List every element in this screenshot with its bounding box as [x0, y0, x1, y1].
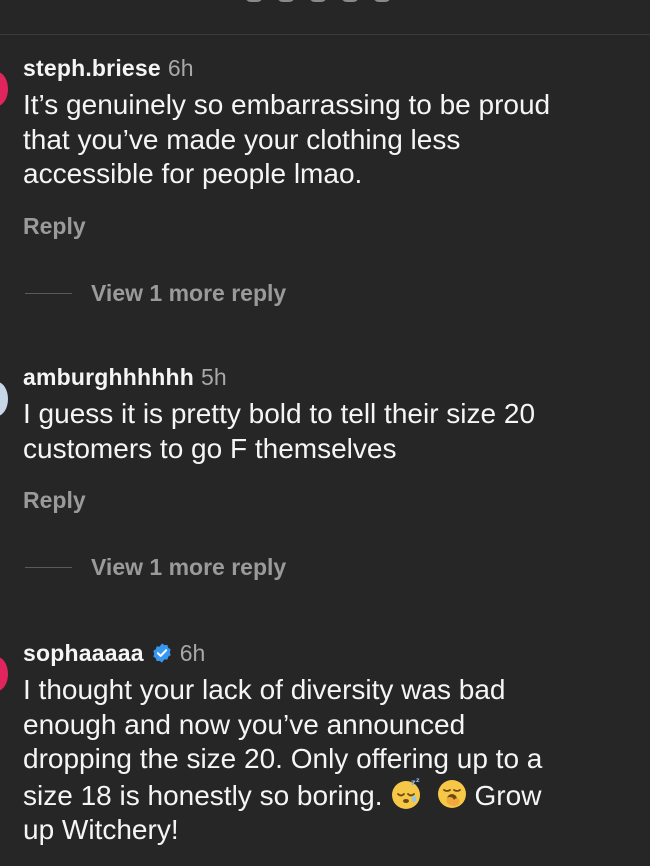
comment: steph.briese 6h It’s genuinely so embarr…	[23, 53, 630, 192]
comment-meta: amburghhhhhh 5h	[23, 362, 630, 392]
comment: amburghhhhhh 5h I guess it is pretty bol…	[23, 362, 630, 466]
comment-text: It’s genuinely so embarrassing to be pro…	[23, 89, 551, 189]
comment-text-line: size 18 is honestly so boring.	[23, 779, 383, 811]
username[interactable]: steph.briese	[23, 55, 161, 82]
comment-text: I thought your lack of diversity was bad…	[23, 673, 630, 848]
comment-text-line: I thought your lack of diversity was bad	[23, 674, 506, 705]
comment-meta: sophaaaaa 6h	[23, 638, 630, 668]
username[interactable]: amburghhhhhh	[23, 364, 194, 391]
comments-screen: steph.briese 6h It’s genuinely so embarr…	[0, 0, 650, 866]
divider-line	[25, 292, 72, 294]
view-more-replies-label: View 1 more reply	[91, 553, 287, 580]
comment-text-fragment: Grow	[474, 779, 542, 811]
top-divider	[0, 0, 650, 35]
comment: sophaaaaa 6h I thought your lack of dive…	[23, 638, 630, 848]
avatar[interactable]	[0, 382, 8, 416]
divider-line	[25, 566, 72, 568]
view-more-replies-button[interactable]: View 1 more reply	[25, 552, 286, 582]
sleeping-face-emoji: z z	[389, 777, 423, 811]
timestamp: 5h	[201, 363, 227, 390]
reply-button[interactable]: Reply	[23, 213, 86, 240]
clipped-top-content	[245, 0, 415, 4]
comment-text: I guess it is pretty bold to tell their …	[23, 398, 536, 464]
timestamp: 6h	[167, 54, 194, 81]
avatar[interactable]	[0, 657, 8, 691]
comment-meta: steph.briese 6h	[23, 53, 630, 83]
username[interactable]: sophaaaaa	[23, 640, 144, 667]
comment-text-line: dropping the size 20. Only offering up t…	[23, 743, 543, 774]
comment-text-line: up Witchery!	[23, 814, 179, 845]
reply-button[interactable]: Reply	[23, 487, 86, 514]
verified-badge-icon	[151, 642, 173, 664]
timestamp: 6h	[179, 639, 206, 666]
avatar[interactable]	[0, 72, 8, 106]
yawning-face-emoji	[435, 777, 469, 811]
comment-text-line: enough and now you’ve announced	[23, 708, 466, 740]
view-more-replies-label: View 1 more reply	[91, 279, 287, 306]
view-more-replies-button[interactable]: View 1 more reply	[25, 278, 286, 308]
svg-text:z: z	[416, 777, 420, 784]
